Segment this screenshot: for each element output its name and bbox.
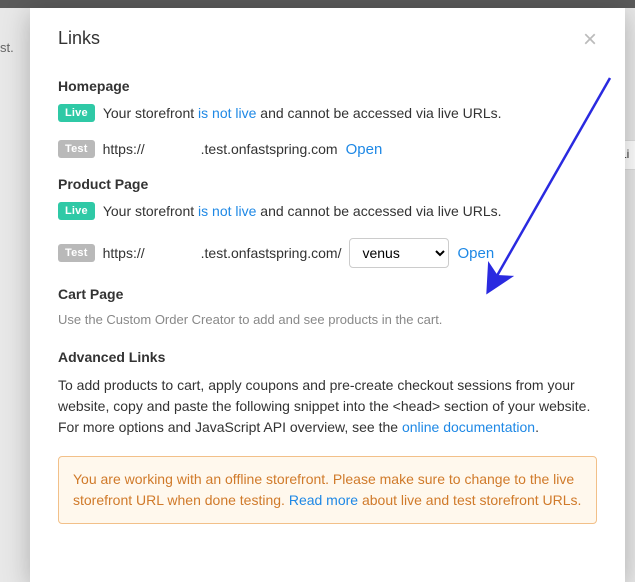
product-not-live: is not live (198, 203, 256, 219)
bg-top-bar (0, 0, 635, 8)
homepage-domain: .test.onfastspring.com (201, 141, 338, 157)
product-heading: Product Page (58, 176, 597, 192)
modal-header: Links × (58, 28, 597, 52)
product-live-text: Your storefront is not live and cannot b… (103, 203, 502, 219)
test-badge: Test (58, 244, 95, 262)
links-modal: Links × Homepage Live Your storefront is… (30, 8, 625, 582)
cart-hint: Use the Custom Order Creator to add and … (58, 312, 597, 327)
homepage-test-row: Test https:// .test.onfastspring.com Ope… (58, 140, 597, 158)
advanced-heading: Advanced Links (58, 349, 597, 365)
product-post: and cannot be accessed via live URLs. (256, 203, 501, 219)
homepage-heading: Homepage (58, 78, 597, 94)
homepage-live-row: Live Your storefront is not live and can… (58, 104, 597, 122)
advanced-paragraph: To add products to cart, apply coupons a… (58, 375, 597, 438)
modal-title: Links (58, 28, 100, 49)
alert-t2: about live and test storefront URLs. (358, 492, 581, 508)
offline-alert: You are working with an offline storefro… (58, 456, 597, 524)
product-test-row: Test https:// .test.onfastspring.com/ ve… (58, 238, 597, 268)
homepage-post: and cannot be accessed via live URLs. (256, 105, 501, 121)
product-domain: .test.onfastspring.com/ (201, 245, 342, 261)
homepage-scheme: https:// (103, 141, 145, 157)
live-badge: Live (58, 202, 95, 220)
homepage-not-live: is not live (198, 105, 256, 121)
cart-heading: Cart Page (58, 286, 597, 302)
product-open-link[interactable]: Open (457, 245, 494, 262)
bg-left-fragment: st. (0, 40, 30, 55)
advanced-p2: . (535, 419, 539, 435)
live-badge: Live (58, 104, 95, 122)
alert-read-more-link[interactable]: Read more (289, 492, 358, 508)
product-pre: Your storefront (103, 203, 198, 219)
product-scheme: https:// (103, 245, 145, 261)
homepage-pre: Your storefront (103, 105, 198, 121)
product-live-row: Live Your storefront is not live and can… (58, 202, 597, 220)
homepage-live-text: Your storefront is not live and cannot b… (103, 105, 502, 121)
close-icon[interactable]: × (583, 28, 597, 52)
homepage-open-link[interactable]: Open (346, 141, 383, 158)
product-select[interactable]: venus (349, 238, 449, 268)
test-badge: Test (58, 140, 95, 158)
online-documentation-link[interactable]: online documentation (402, 419, 535, 435)
